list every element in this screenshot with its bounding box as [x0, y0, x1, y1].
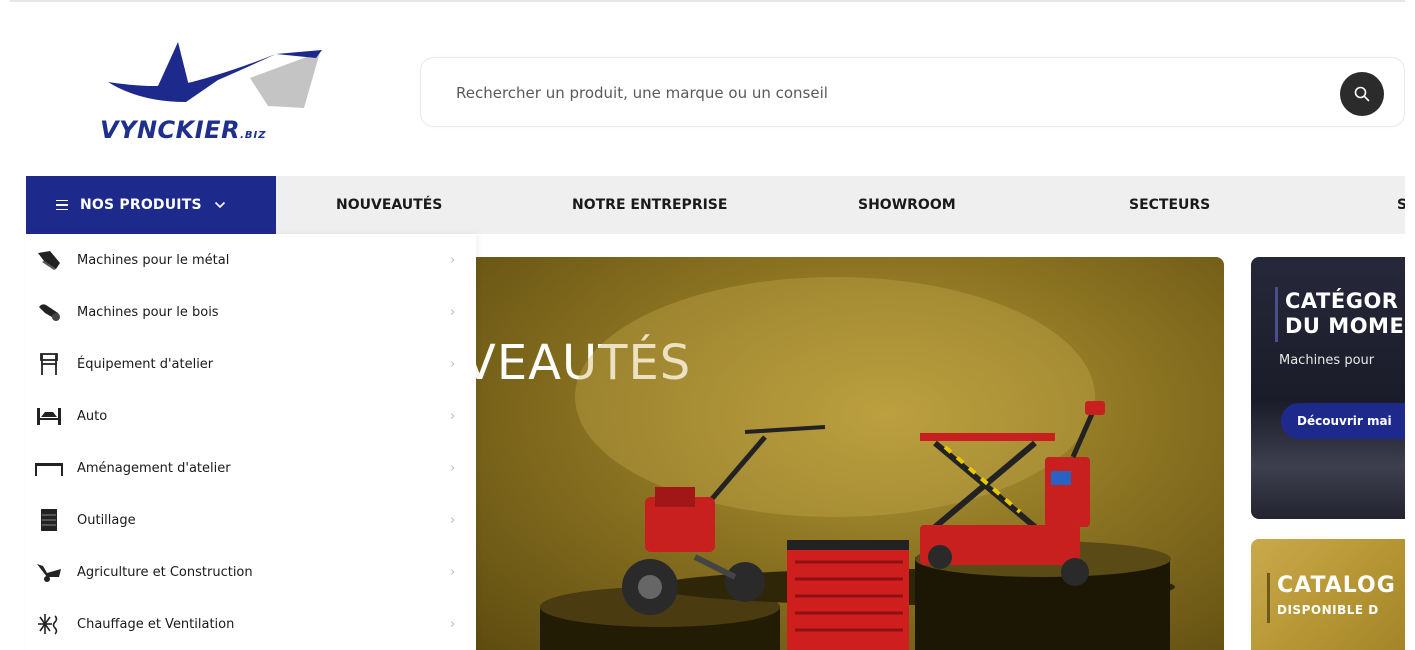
menu-item-label: Chauffage et Ventilation — [77, 616, 235, 632]
top-divider — [10, 0, 1405, 2]
search-icon — [1354, 86, 1370, 102]
logo-swoosh-icon — [108, 42, 322, 108]
workbench-icon — [34, 351, 64, 377]
right-edge — [1405, 0, 1415, 650]
wheelbarrow-icon — [34, 559, 64, 585]
chevron-right-icon: › — [450, 616, 456, 632]
menu-item-agriculture[interactable]: Agriculture et Construction › — [26, 546, 476, 598]
nav-products-label: NOS PRODUITS — [80, 197, 202, 213]
tool-cabinet-product — [787, 540, 909, 650]
search-input[interactable] — [456, 81, 1306, 105]
category-card-subtitle: Machines pour — [1279, 353, 1375, 368]
menu-item-label: Agriculture et Construction — [77, 564, 253, 580]
menu-icon — [56, 199, 68, 211]
chevron-right-icon: › — [450, 356, 456, 372]
menu-item-metal[interactable]: Machines pour le métal › — [26, 234, 476, 286]
menu-item-workshop-equipment[interactable]: Équipement d'atelier › — [26, 338, 476, 390]
chevron-right-icon: › — [450, 460, 456, 476]
nav-item-showroom[interactable]: SHOWROOM — [858, 176, 956, 234]
category-card-title-line2: DU MOME — [1285, 314, 1405, 338]
chevron-right-icon: › — [450, 564, 456, 580]
menu-item-wood[interactable]: Machines pour le bois › — [26, 286, 476, 338]
menu-item-label: Auto — [77, 408, 108, 424]
menu-item-tools[interactable]: Outillage › — [26, 494, 476, 546]
wood-log-icon — [34, 299, 64, 325]
nav-item-nouveautes[interactable]: NOUVEAUTÉS — [336, 176, 442, 234]
page: VYNCKIER.BIZ NOS PRODUITS NOUVEAUTÉS NOT… — [0, 0, 1415, 650]
category-discover-button[interactable]: Découvrir mai — [1281, 403, 1415, 439]
menu-item-label: Équipement d'atelier — [77, 356, 214, 372]
menu-item-label: Machines pour le métal — [77, 252, 230, 268]
menu-item-workshop-layout[interactable]: Aménagement d'atelier › — [26, 442, 476, 494]
chevron-right-icon: › — [450, 304, 456, 320]
nav-item-secteurs[interactable]: SECTEURS — [1129, 176, 1210, 234]
chevron-right-icon: › — [450, 408, 456, 424]
nav-products-button[interactable]: NOS PRODUITS — [26, 176, 276, 234]
hero-banner[interactable]: VEAUTÉS — [475, 257, 1224, 650]
category-card-accent — [1275, 287, 1278, 342]
menu-item-label: Machines pour le bois — [77, 304, 219, 320]
tool-cabinet-icon — [34, 507, 64, 533]
logo-name: VYNCKIER — [100, 116, 241, 144]
main-nav: NOS PRODUITS NOUVEAUTÉS NOTRE ENTREPRISE… — [26, 176, 1415, 234]
brand-logo[interactable]: VYNCKIER.BIZ — [100, 38, 340, 158]
catalog-card[interactable]: CATALOG DISPONIBLE D — [1251, 539, 1415, 650]
chevron-right-icon: › — [450, 252, 456, 268]
hero-products-image — [540, 277, 1175, 650]
products-dropdown-menu: Machines pour le métal › Machines pour l… — [26, 234, 476, 650]
workshop-table-icon — [34, 455, 64, 481]
chevron-down-icon — [214, 201, 225, 209]
snowflake-heat-icon — [34, 611, 64, 637]
logo-suffix: .BIZ — [240, 130, 267, 141]
category-card[interactable]: CATÉGOR DU MOME Machines pour Découvrir … — [1251, 257, 1415, 519]
menu-item-label: Aménagement d'atelier — [77, 460, 231, 476]
nav-item-notre-entreprise[interactable]: NOTRE ENTREPRISE — [572, 176, 727, 234]
category-card-title-line1: CATÉGOR — [1285, 289, 1399, 313]
search-button[interactable] — [1340, 72, 1384, 116]
logo-wordmark: VYNCKIER.BIZ — [100, 116, 266, 144]
catalog-card-accent — [1267, 573, 1270, 623]
catalog-card-title: CATALOG — [1277, 573, 1396, 598]
search-bar — [420, 57, 1405, 127]
menu-item-auto[interactable]: Auto › — [26, 390, 476, 442]
chevron-right-icon: › — [450, 512, 456, 528]
menu-item-heating[interactable]: Chauffage et Ventilation › — [26, 598, 476, 650]
menu-item-label: Outillage — [77, 512, 136, 528]
car-lift-icon — [34, 403, 64, 429]
catalog-card-subtitle: DISPONIBLE D — [1277, 603, 1379, 617]
metal-machine-icon — [34, 247, 64, 273]
